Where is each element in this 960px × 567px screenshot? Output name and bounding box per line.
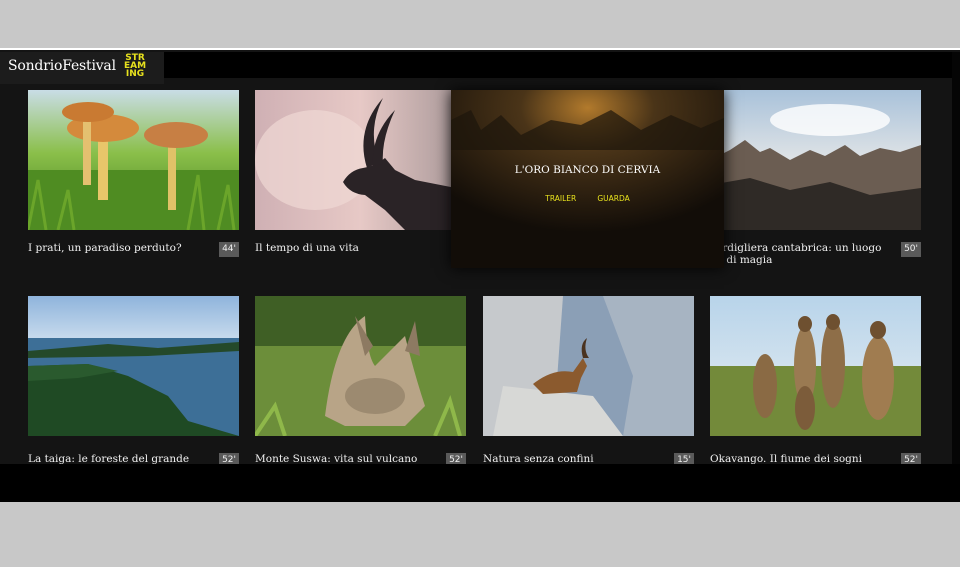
thumbnail-meerkats[interactable] xyxy=(710,296,921,436)
video-title[interactable]: cordigliera cantabrica: un luogo no di m… xyxy=(710,242,898,266)
streaming-page: SondrioFestival STR EAM ING I prati, un pa… xyxy=(0,48,960,502)
outer-margin xyxy=(0,502,960,567)
trailer-link[interactable]: TRAILER xyxy=(545,194,576,203)
right-edge xyxy=(952,52,960,502)
video-card[interactable]: Okavango. Il fiume dei sogni 52' xyxy=(710,296,921,468)
thumbnail-mountains[interactable] xyxy=(710,90,921,230)
duration-badge: 44' xyxy=(219,242,239,257)
site-logo[interactable]: SondrioFestival STR EAM ING xyxy=(0,52,164,84)
thumbnail-foxes[interactable] xyxy=(255,296,466,436)
video-card[interactable]: Natura senza confini 15' xyxy=(483,296,694,468)
video-card[interactable]: cordigliera cantabrica: un luogo no di m… xyxy=(710,90,921,266)
video-title[interactable]: Il tempo di una vita xyxy=(255,242,443,254)
bottom-bar xyxy=(0,464,960,502)
featured-title: L'ORO BIANCO DI CERVIA xyxy=(514,164,661,176)
video-card[interactable]: Monte Suswa: vita sul vulcano 52' xyxy=(255,296,466,468)
thumbnail-ibex-rocks[interactable] xyxy=(483,296,694,436)
featured-hover-card[interactable]: L'ORO BIANCO DI CERVIA TRAILER GUARDA xyxy=(451,90,724,268)
video-card[interactable]: La taiga: le foreste del grande nord 52' xyxy=(28,296,239,477)
thumbnail-taiga[interactable] xyxy=(28,296,239,436)
logo-name: SondrioFestival xyxy=(8,58,116,74)
video-title[interactable]: I prati, un paradiso perduto? xyxy=(28,242,216,254)
featured-background xyxy=(451,90,724,268)
thumbnail-mushrooms[interactable] xyxy=(28,90,239,230)
video-card[interactable]: Il tempo di una vita xyxy=(255,90,466,254)
watch-link[interactable]: GUARDA xyxy=(597,194,629,203)
duration-badge: 50' xyxy=(901,242,921,257)
logo-streaming: STR EAM ING xyxy=(123,53,147,79)
video-card[interactable]: I prati, un paradiso perduto? 44' xyxy=(28,90,239,257)
thumbnail-ibex-silhouette[interactable] xyxy=(255,90,466,230)
